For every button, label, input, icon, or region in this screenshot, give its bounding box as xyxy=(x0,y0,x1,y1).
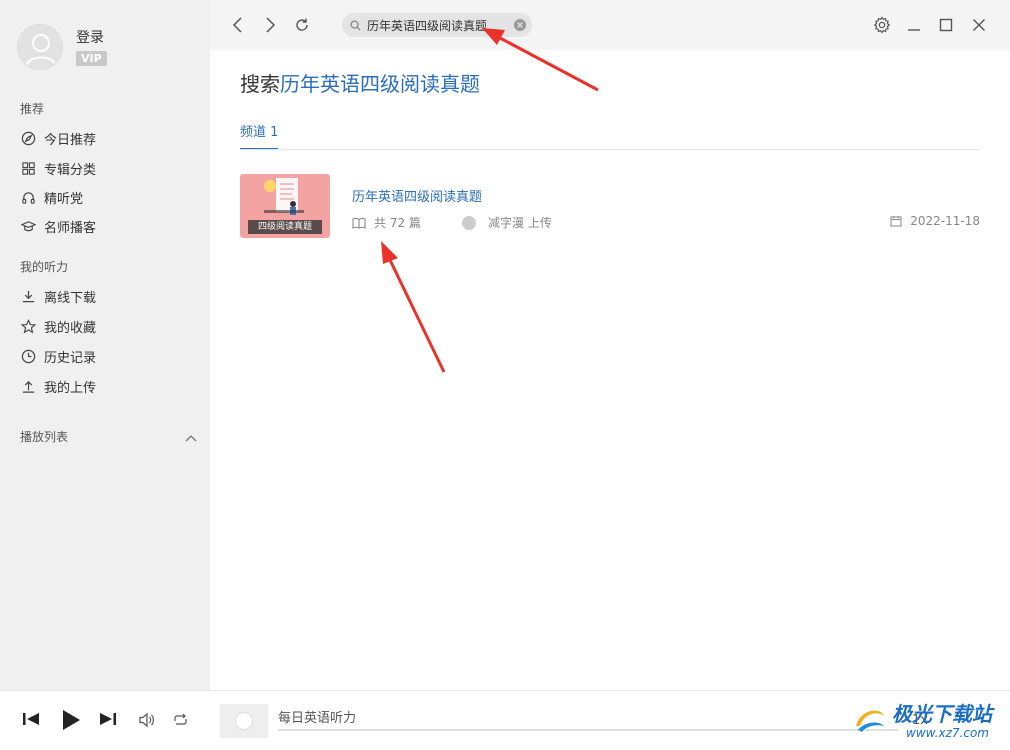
search-box[interactable] xyxy=(342,13,532,37)
sidebar: 登录 VIP 推荐 今日推荐 专辑分类 精听党 名师播客 我的听力 离线下载 我… xyxy=(0,0,210,690)
result-count: 共 72 篇 xyxy=(352,214,421,231)
sidebar-item-favorites[interactable]: 我的收藏 xyxy=(20,315,96,337)
playlist-header[interactable]: 播放列表 xyxy=(20,428,68,445)
disc-icon xyxy=(235,712,253,730)
minimize-button[interactable] xyxy=(903,14,925,36)
result-item[interactable]: 四级阅读真题 历年英语四级阅读真题 共 72 篇 减字漫 上传 2022-11-… xyxy=(240,174,980,240)
page-title: 搜索历年英语四级阅读真题 xyxy=(240,68,480,97)
refresh-button[interactable] xyxy=(291,14,313,36)
watermark-url: www.xz7.com xyxy=(906,726,989,740)
chevron-right-icon xyxy=(266,17,276,33)
search-input[interactable] xyxy=(367,18,507,32)
sidebar-item-my-uploads[interactable]: 我的上传 xyxy=(20,375,96,397)
compass-icon xyxy=(20,130,36,146)
sidebar-item-label: 名师播客 xyxy=(44,220,97,236)
next-button[interactable] xyxy=(99,711,117,727)
tab-channel[interactable]: 频道 1 xyxy=(240,121,279,150)
gear-icon xyxy=(873,16,891,34)
book-icon xyxy=(352,217,366,229)
section-recommend: 推荐 xyxy=(20,102,45,116)
uploader-avatar xyxy=(462,215,476,230)
sidebar-item-teacher-podcast[interactable]: 名师播客 xyxy=(20,215,96,237)
watermark-name: 极光下载站 xyxy=(892,702,992,726)
chevron-left-icon xyxy=(232,17,242,33)
play-icon xyxy=(63,710,80,730)
watermark: 极光下载站 www.xz7.com xyxy=(848,694,1010,750)
download-icon xyxy=(20,288,36,304)
sidebar-item-intensive-listening[interactable]: 精听党 xyxy=(20,186,83,208)
minimize-icon xyxy=(908,29,920,31)
publish-date: 2022-11-18 xyxy=(910,214,980,228)
result-date: 2022-11-18 xyxy=(890,214,980,228)
volume-button[interactable] xyxy=(138,712,156,728)
calendar-icon xyxy=(890,215,902,227)
sidebar-item-label: 专辑分类 xyxy=(44,162,97,178)
uploader-name: 减字漫 上传 xyxy=(488,216,552,230)
star-icon xyxy=(20,318,36,334)
back-button[interactable] xyxy=(227,14,249,36)
album-thumbnail[interactable]: 四级阅读真题 xyxy=(240,174,330,238)
title-prefix: 搜索 xyxy=(240,72,280,96)
search-icon xyxy=(350,20,361,30)
sidebar-item-offline-download[interactable]: 离线下载 xyxy=(20,285,96,307)
top-bar xyxy=(210,0,1010,50)
sidebar-item-label: 精听党 xyxy=(44,191,84,207)
close-icon xyxy=(517,22,523,28)
maximize-button[interactable] xyxy=(935,14,957,36)
user-icon xyxy=(26,34,56,66)
avatar[interactable] xyxy=(17,24,63,70)
sidebar-item-label: 历史记录 xyxy=(44,350,97,366)
settings-button[interactable] xyxy=(871,14,893,36)
thumbnail-caption: 四级阅读真题 xyxy=(248,220,322,234)
sidebar-item-label: 我的收藏 xyxy=(44,320,97,336)
upload-icon xyxy=(20,378,36,394)
headphones-icon xyxy=(20,189,36,205)
close-window-button[interactable] xyxy=(968,14,990,36)
repeat-icon xyxy=(174,713,187,725)
sidebar-item-label: 今日推荐 xyxy=(44,132,97,148)
progress-bar[interactable] xyxy=(278,729,898,731)
result-title[interactable]: 历年英语四级阅读真题 xyxy=(352,186,482,205)
result-uploader: 减字漫 上传 xyxy=(462,214,552,231)
title-keyword: 历年英语四级阅读真题 xyxy=(280,72,480,96)
sidebar-item-today[interactable]: 今日推荐 xyxy=(20,127,96,149)
arrow-to-result xyxy=(381,241,446,373)
previous-button[interactable] xyxy=(22,711,40,727)
clear-search-button[interactable] xyxy=(514,19,526,31)
tab-divider xyxy=(240,149,980,150)
login-link[interactable]: 登录 xyxy=(76,27,107,47)
user-panel: 登录 VIP xyxy=(17,24,107,70)
maximize-icon xyxy=(939,18,953,32)
graduation-cap-icon xyxy=(20,218,36,234)
watermark-logo xyxy=(856,710,884,732)
repeat-button[interactable] xyxy=(172,712,189,728)
forward-button[interactable] xyxy=(259,14,281,36)
clock-icon xyxy=(20,348,36,364)
refresh-icon xyxy=(296,18,308,31)
volume-icon xyxy=(139,712,154,728)
sidebar-item-album-category[interactable]: 专辑分类 xyxy=(20,157,96,179)
sidebar-item-label: 离线下载 xyxy=(44,290,97,306)
grid-icon xyxy=(20,160,36,176)
now-playing-cover[interactable] xyxy=(220,704,268,738)
episode-count: 共 72 篇 xyxy=(374,216,421,230)
chevron-up-icon[interactable] xyxy=(184,428,198,447)
sidebar-item-label: 我的上传 xyxy=(44,380,97,396)
skip-next-icon xyxy=(100,713,116,725)
play-button[interactable] xyxy=(61,709,81,731)
section-my-listening: 我的听力 xyxy=(20,260,69,274)
close-icon xyxy=(973,19,985,31)
skip-previous-icon xyxy=(23,713,39,725)
now-playing-title: 每日英语听力 xyxy=(278,711,357,726)
sidebar-item-history[interactable]: 历史记录 xyxy=(20,345,96,367)
vip-badge: VIP xyxy=(76,51,107,66)
